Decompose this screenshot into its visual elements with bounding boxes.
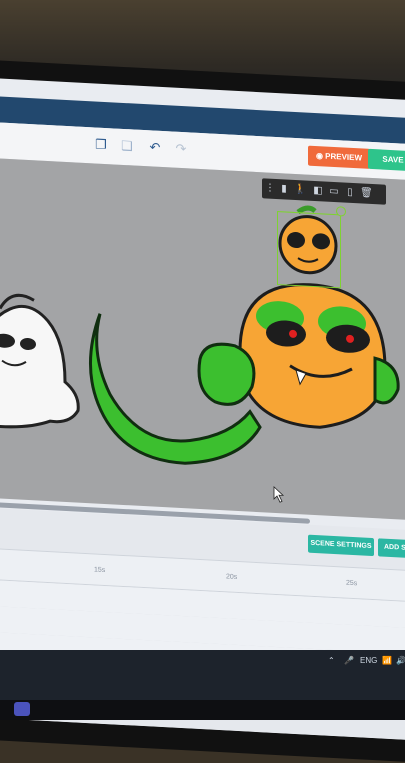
preview-label: PREVIEW bbox=[325, 151, 363, 163]
ruler-tick: 20s bbox=[226, 573, 238, 581]
orange-monster-character[interactable] bbox=[197, 279, 400, 431]
monitor-bezel bbox=[0, 700, 405, 720]
microphone-icon[interactable]: 🎤 bbox=[344, 656, 354, 665]
selection-box[interactable] bbox=[277, 211, 341, 289]
ruler-tick: 25s bbox=[346, 579, 358, 588]
preview-button[interactable]: ◉ PREVIEW bbox=[308, 145, 370, 169]
redo-icon[interactable]: ↷ bbox=[174, 141, 188, 157]
copy-icon[interactable]: ❐ bbox=[94, 137, 108, 153]
teams-app-icon[interactable] bbox=[14, 702, 30, 716]
duplicate-icon[interactable]: ❏ bbox=[120, 138, 134, 154]
rotate-handle[interactable] bbox=[336, 206, 346, 217]
wifi-icon[interactable]: 📶 bbox=[382, 656, 392, 665]
preview-icon: ◉ bbox=[315, 151, 326, 161]
language-indicator[interactable]: ENG bbox=[360, 656, 377, 665]
chevron-up-icon[interactable]: ⌃ bbox=[328, 656, 335, 665]
volume-icon[interactable]: 🔊 bbox=[396, 656, 405, 665]
undo-icon[interactable]: ↶ bbox=[148, 139, 162, 155]
add-scene-button[interactable]: ADD S bbox=[378, 538, 405, 560]
app-screen: ❐ ❏ ↶ ↷ ◉ PREVIEW SAVE ⋮ ▮ 🚶 ◧ ▭ ▯ 🗑 SCE… bbox=[0, 78, 405, 742]
save-button[interactable]: SAVE bbox=[368, 148, 405, 172]
scene-canvas[interactable]: ⋮ ▮ 🚶 ◧ ▭ ▯ 🗑 bbox=[0, 158, 405, 522]
white-ghost-character[interactable] bbox=[0, 293, 80, 430]
ruler-tick: 15s bbox=[94, 566, 106, 575]
mouse-cursor bbox=[273, 485, 285, 503]
scene-settings-button[interactable]: SCENE SETTINGS bbox=[308, 534, 374, 557]
